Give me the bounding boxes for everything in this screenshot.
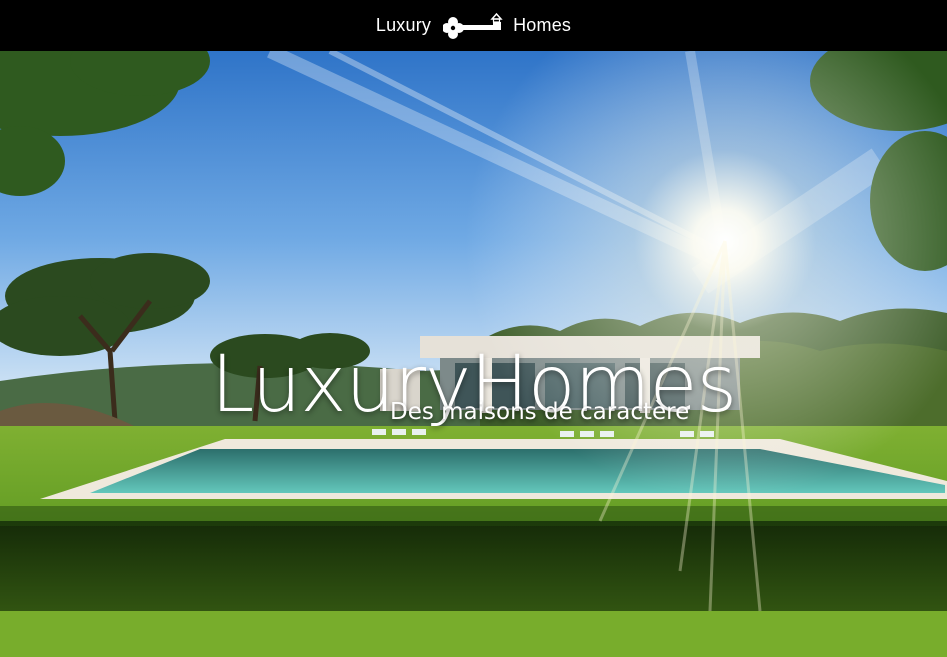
hero-banner: LuxuryHomes Des maisons de caractère <box>0 51 947 657</box>
brand-text-right: Homes <box>513 15 572 35</box>
top-header: Luxury Homes <box>0 0 947 51</box>
hero-subtitle: Des maisons de caractère <box>390 399 690 425</box>
brand-text-left: Luxury <box>375 15 432 35</box>
page: Luxury Homes LuxuryHomes Des maisons de … <box>0 0 947 657</box>
key-house-icon <box>442 11 505 41</box>
brand-home-link[interactable]: Luxury Homes <box>376 11 571 41</box>
